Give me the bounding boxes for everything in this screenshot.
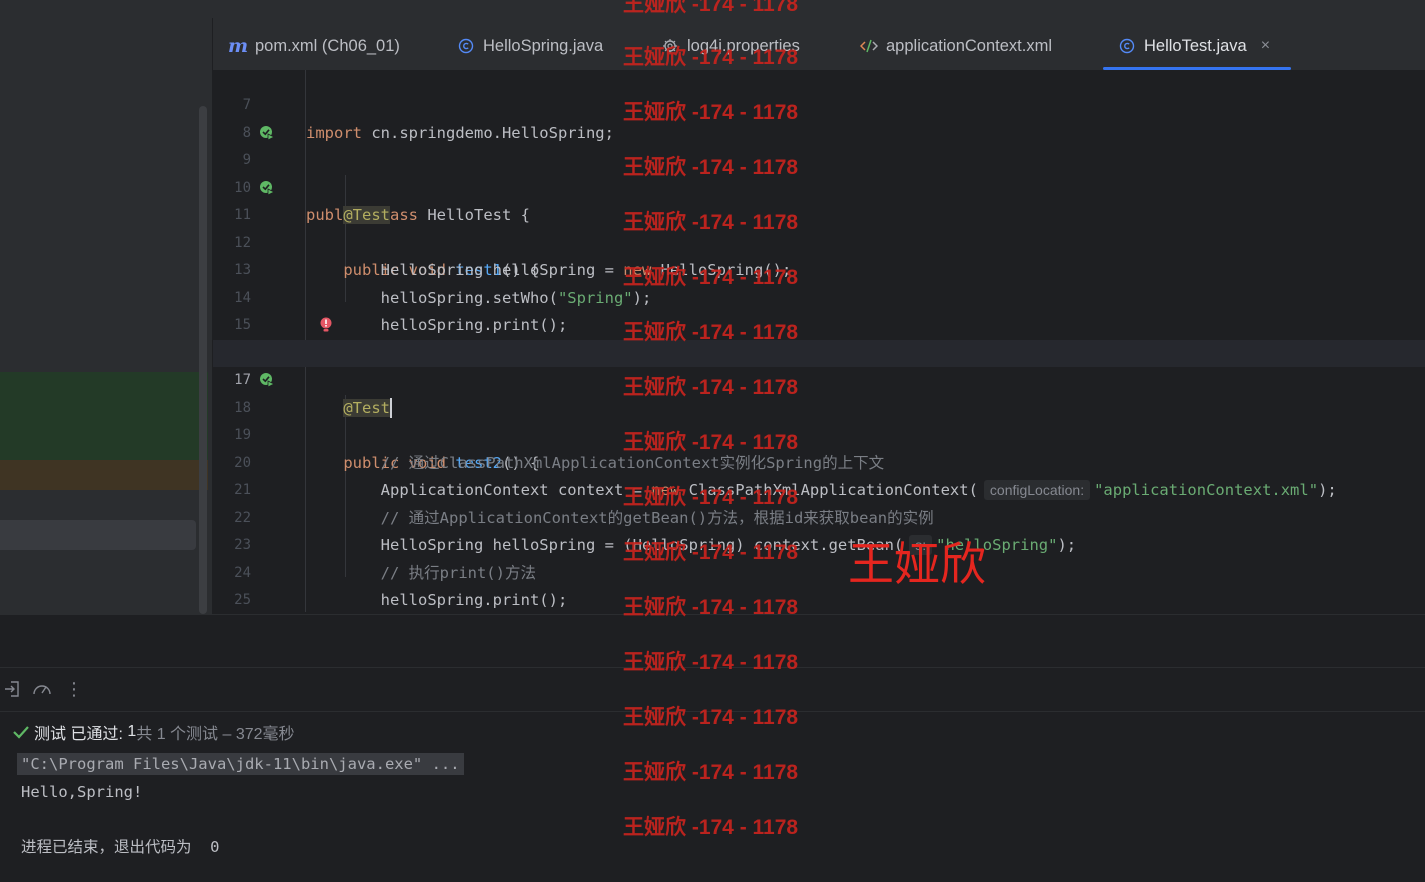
close-icon[interactable]: × (1261, 37, 1270, 55)
code-line-14: 14 helloSpring.print(); (213, 257, 1425, 335)
watermark-text: 王娅欣 -174 - 1178 (623, 321, 799, 344)
test-summary: 共 1 个测试 – 372毫秒 (136, 726, 295, 743)
tree-highlight-green (0, 372, 208, 460)
code-line-12: 12 HelloSpring helloSpring = new HelloSp… (213, 202, 1425, 280)
tab-applicationcontext-xml[interactable]: applicationContext.xml (860, 36, 1052, 56)
tab-hellotest-java[interactable]: HelloTest.java × (1118, 36, 1270, 56)
maven-icon: m (227, 35, 249, 57)
code-editor[interactable]: 7 import cn.springdemo.HelloSpring; 8 9 … (213, 70, 1425, 614)
tab-hellospring-java[interactable]: HelloSpring.java (457, 36, 603, 56)
run-test-icon[interactable] (259, 372, 275, 388)
tree-selected-row[interactable] (0, 520, 196, 550)
code-line-22: 22 HelloSpring helloSpring = (HelloSprin… (213, 477, 1425, 555)
code-line-10: 10 @Test (213, 147, 1425, 224)
test-status-label: 测试 已通过: (34, 726, 128, 743)
tab-pom-xml[interactable]: m pom.xml (Ch06_01) (227, 35, 400, 57)
code-line-16: 16 (213, 312, 1425, 361)
run-test-icon[interactable] (259, 180, 275, 196)
watermark-text: 王娅欣 -174 - 1178 (623, 101, 799, 124)
code-line-18: 18 public void test2() { (213, 367, 1425, 472)
watermark-text: 王娅欣 -174 - 1178 (623, 46, 799, 69)
tree-highlight-orange (0, 460, 208, 490)
code-line-7: 7 import cn.springdemo.HelloSpring; (213, 70, 1425, 142)
class-icon (1118, 37, 1136, 55)
watermark-text: 王娅欣 -174 - 1178 (623, 211, 799, 234)
code-line-11: 11 public void test1() { (213, 175, 1425, 279)
code-line-13: 13 helloSpring.setWho("Spring"); (213, 230, 1425, 307)
watermark-text: 王娅欣 -174 - 1178 (623, 156, 799, 179)
watermark-text: 王娅欣 -174 - 1178 (623, 541, 799, 564)
watermark-signature: 王娅欣 (848, 537, 986, 591)
class-icon (457, 37, 475, 55)
code-line-25: 25 } (213, 560, 1425, 608)
code-line-19: 19 // 通过ClassPathXmlApplicationContext实例… (213, 395, 1425, 472)
watermark-text: 王娅欣 -174 - 1178 (623, 266, 799, 289)
code-line-26: 26 } (213, 587, 1425, 614)
code-line-15: 15 } (213, 285, 1425, 362)
code-line-20: 20 ApplicationContext context = new Clas… (213, 422, 1425, 500)
watermark-text: 王娅欣 -174 - 1178 (623, 431, 799, 454)
import-tests-icon[interactable] (2, 680, 22, 700)
code-line-9: 9 public class HelloTest { (213, 120, 1425, 224)
tab-label: HelloTest.java (1144, 36, 1247, 55)
watermark-text: 王娅欣 -174 - 1178 (623, 0, 799, 16)
watermark-text: 王娅欣 -174 - 1178 (623, 376, 799, 399)
watermark-text: 王娅欣 -174 - 1178 (623, 706, 799, 729)
tab-label: pom.xml (Ch06_01) (255, 36, 400, 55)
tab-label: applicationContext.xml (886, 36, 1052, 55)
editor-tabs: m pom.xml (Ch06_01) HelloSpring.java log… (213, 18, 1425, 71)
watermark-text: 王娅欣 -174 - 1178 (623, 486, 799, 509)
project-tool-window (0, 18, 213, 614)
check-icon (13, 726, 29, 739)
tab-label: HelloSpring.java (483, 36, 604, 55)
code-line-23: 23 // 执行print()方法 (213, 505, 1425, 582)
code-line-17: 17 @Test (213, 339, 1425, 418)
speedometer-icon[interactable] (32, 680, 52, 700)
project-scrollbar[interactable] (199, 106, 207, 614)
watermark-text: 王娅欣 -174 - 1178 (623, 761, 799, 784)
passed-count: 1 (127, 723, 137, 740)
xml-file-icon (860, 37, 878, 55)
run-test-icon[interactable] (259, 125, 275, 141)
code-line-21: 21 // 通过ApplicationContext的getBean()方法，根… (213, 450, 1425, 527)
command-line-fold[interactable]: "C:\Program Files\Java\jdk-11\bin\java.e… (17, 753, 464, 775)
error-bulb-icon[interactable] (319, 317, 333, 333)
code-line-8: 8 (213, 92, 1425, 141)
watermark-text: 王娅欣 -174 - 1178 (623, 651, 799, 674)
watermark-text: 王娅欣 -174 - 1178 (623, 596, 799, 619)
code-line-24: 24 helloSpring.print(); (213, 532, 1425, 610)
more-options-icon[interactable]: ⋮ (64, 680, 84, 700)
watermark-text: 王娅欣 -174 - 1178 (623, 816, 799, 839)
